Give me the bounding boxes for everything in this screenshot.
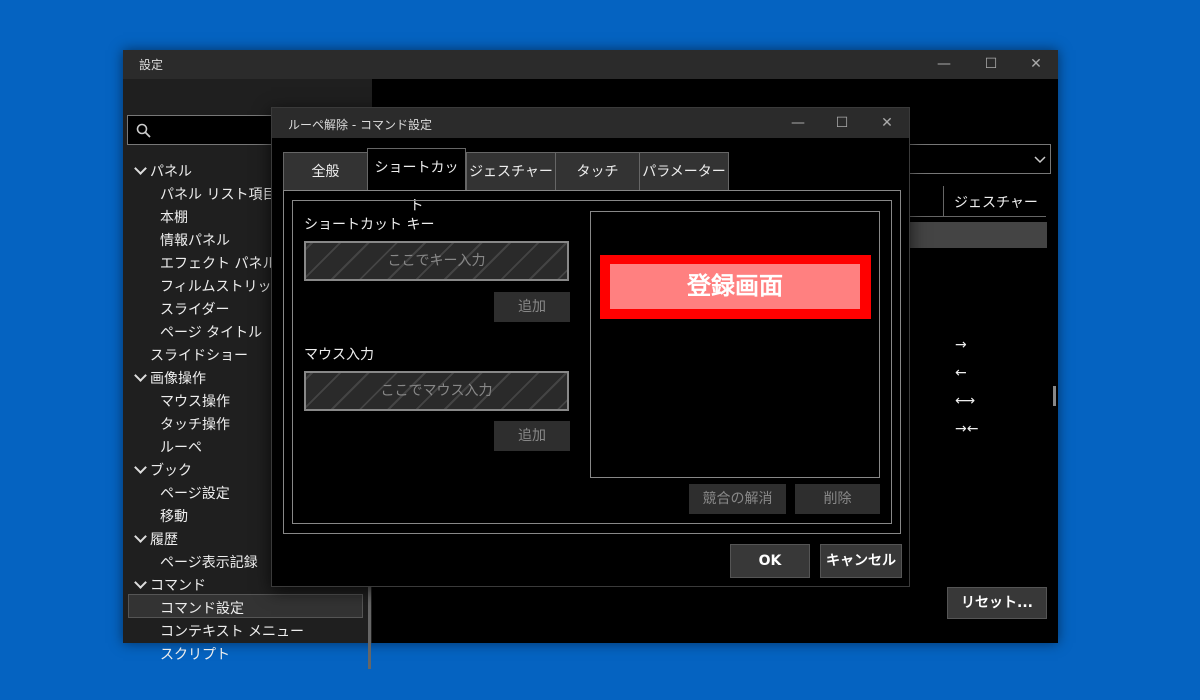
list-scrollbar[interactable] bbox=[1053, 386, 1056, 406]
maximize-button[interactable]: ☐ bbox=[819, 108, 865, 137]
tree-item[interactable]: タッチ操作 bbox=[160, 414, 230, 434]
tree-item[interactable]: コンテキスト メニュー bbox=[160, 621, 304, 641]
chevron-down-icon[interactable] bbox=[134, 369, 147, 382]
chevron-down-icon[interactable] bbox=[134, 576, 147, 589]
maximize-button[interactable]: ☐ bbox=[968, 50, 1014, 79]
add-shortcut-button[interactable]: 追加 bbox=[494, 292, 570, 322]
tree-item[interactable]: ページ タイトル bbox=[160, 322, 262, 342]
window-title: 設定 bbox=[139, 58, 164, 72]
dialog-titlebar: ルーペ解除 - コマンド設定 — ☐ ✕ bbox=[272, 108, 909, 138]
gesture-cell: →← bbox=[955, 421, 979, 437]
tree-item[interactable]: ブック bbox=[150, 460, 192, 480]
tree-item[interactable]: ルーペ bbox=[160, 437, 202, 457]
mouse-input-label: マウス入力 bbox=[304, 347, 374, 363]
tab-gesture[interactable]: ジェスチャー bbox=[466, 152, 556, 191]
close-button[interactable]: ✕ bbox=[1013, 50, 1059, 79]
tree-item[interactable]: 情報パネル bbox=[160, 230, 230, 250]
chevron-down-icon[interactable] bbox=[134, 530, 147, 543]
tree-item[interactable]: 履歴 bbox=[150, 529, 178, 549]
mouse-input-field[interactable]: ここでマウス入力 bbox=[304, 371, 569, 411]
tree-item[interactable]: マウス操作 bbox=[160, 391, 230, 411]
tree-item[interactable]: コマンド bbox=[150, 575, 206, 595]
tree-item[interactable]: フィルムストリップ bbox=[160, 276, 285, 296]
tree-item[interactable]: ページ設定 bbox=[160, 483, 230, 503]
close-button[interactable]: ✕ bbox=[864, 108, 910, 137]
tree-item[interactable]: スライダー bbox=[160, 299, 229, 319]
chevron-down-icon bbox=[1034, 156, 1046, 164]
search-icon bbox=[136, 123, 151, 138]
chevron-down-icon[interactable] bbox=[134, 461, 147, 474]
ok-button[interactable]: OK bbox=[730, 544, 810, 578]
shortcut-key-input[interactable]: ここでキー入力 bbox=[304, 241, 569, 281]
add-mouse-button[interactable]: 追加 bbox=[494, 421, 570, 451]
dialog-title: ルーペ解除 - コマンド設定 bbox=[288, 118, 432, 132]
settings-titlebar: 設定 — ☐ ✕ bbox=[123, 50, 1058, 79]
gesture-cell: ← bbox=[955, 365, 967, 381]
shortcut-key-label: ショートカット キー bbox=[304, 217, 435, 233]
tree-item[interactable]: パネル bbox=[150, 161, 192, 181]
resolve-conflict-button[interactable]: 競合の解消 bbox=[689, 484, 786, 514]
tree-item[interactable]: スライドショー bbox=[150, 345, 248, 365]
registered-list[interactable] bbox=[590, 211, 880, 478]
gesture-cell: ⟷ bbox=[955, 393, 976, 409]
minimize-button[interactable]: — bbox=[775, 108, 821, 137]
tree-item[interactable]: コマンド設定 bbox=[160, 598, 244, 618]
tab-general[interactable]: 全般 bbox=[283, 152, 368, 191]
register-screen-banner: 登録画面 bbox=[610, 264, 860, 309]
chevron-down-icon[interactable] bbox=[134, 162, 147, 175]
tab-parameters[interactable]: パラメーター bbox=[639, 152, 729, 191]
tree-item[interactable]: スクリプト bbox=[160, 644, 230, 664]
header-divider bbox=[903, 216, 1046, 217]
delete-button[interactable]: 削除 bbox=[795, 484, 880, 514]
cancel-button[interactable]: キャンセル bbox=[820, 544, 902, 578]
tree-item[interactable]: パネル リスト項目 bbox=[160, 184, 276, 204]
tab-touch[interactable]: タッチ bbox=[555, 152, 640, 191]
gesture-column-header: ジェスチャー bbox=[954, 195, 1038, 211]
tab-shortcut[interactable]: ショートカット bbox=[367, 148, 466, 214]
reset-button[interactable]: リセット... bbox=[947, 587, 1047, 619]
tree-item[interactable]: ページ表示記録 bbox=[160, 552, 258, 572]
gesture-cell: → bbox=[955, 337, 967, 353]
tree-item[interactable]: 画像操作 bbox=[150, 368, 206, 388]
tree-item[interactable]: 本棚 bbox=[160, 207, 188, 227]
minimize-button[interactable]: — bbox=[921, 50, 967, 79]
tree-item[interactable]: 移動 bbox=[160, 506, 188, 526]
column-divider bbox=[943, 186, 944, 216]
command-filter-dropdown[interactable] bbox=[903, 144, 1051, 174]
selected-command-row[interactable] bbox=[903, 222, 1047, 248]
command-settings-dialog: ルーペ解除 - コマンド設定 — ☐ ✕ 全般 ショートカット ジェスチャー タ… bbox=[271, 107, 910, 587]
tree-item[interactable]: エフェクト パネル bbox=[160, 253, 276, 273]
